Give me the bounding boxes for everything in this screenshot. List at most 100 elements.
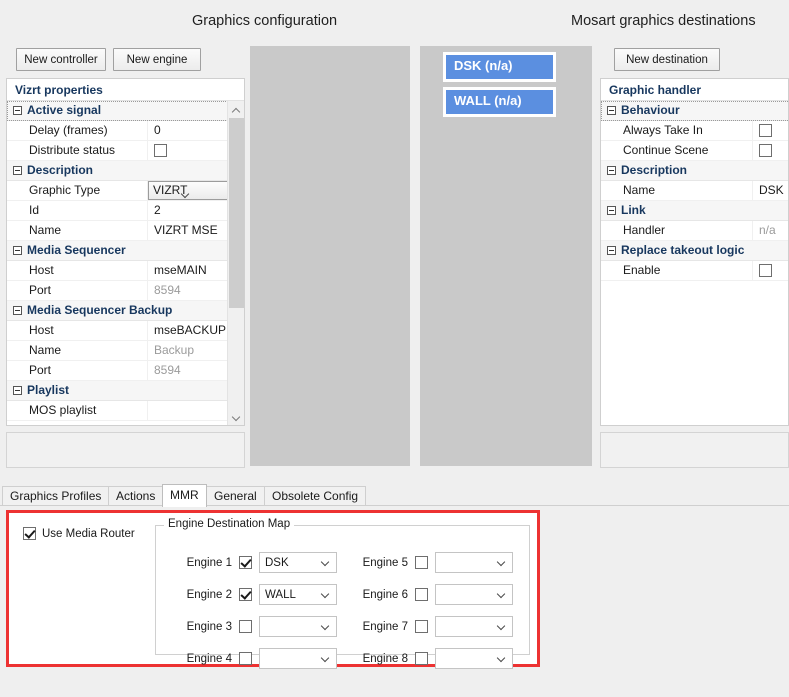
property-value[interactable]: 8594 xyxy=(148,281,228,300)
engine-destination-select[interactable] xyxy=(259,616,337,637)
property-row[interactable]: Delay (frames) 0 xyxy=(7,121,228,141)
property-category-label: Behaviour xyxy=(621,103,680,117)
property-value[interactable]: VIZRT xyxy=(148,181,228,200)
engine-enable-checkbox[interactable] xyxy=(239,620,252,633)
property-value[interactable]: n/a xyxy=(753,221,788,240)
property-value-checkbox[interactable] xyxy=(154,144,167,157)
property-value[interactable]: mseBACKUP xyxy=(148,321,228,340)
property-category-row[interactable]: Active signal xyxy=(7,101,228,121)
engine-destination-select[interactable] xyxy=(259,648,337,669)
property-value[interactable]: Backup xyxy=(148,341,228,360)
property-row[interactable]: Host mseBACKUP xyxy=(7,321,228,341)
use-media-router-checkbox[interactable] xyxy=(23,527,36,540)
engine-destination-row: Engine 5 xyxy=(356,552,513,573)
property-value[interactable] xyxy=(753,121,788,140)
use-media-router-row[interactable]: Use Media Router xyxy=(23,527,135,540)
property-name: Name xyxy=(7,221,148,240)
minus-square-icon xyxy=(12,386,22,395)
tab-obsolete-config[interactable]: Obsolete Config xyxy=(264,486,367,506)
property-row[interactable]: Always Take In xyxy=(601,121,788,141)
property-value[interactable]: mseMAIN xyxy=(148,261,228,280)
destination-item-wall-label: WALL (n/a) xyxy=(446,90,553,114)
property-name: Id xyxy=(7,201,148,220)
tab-mmr[interactable]: MMR xyxy=(162,484,207,507)
property-value-combo-empty[interactable] xyxy=(148,401,228,420)
property-value-checkbox[interactable] xyxy=(759,144,772,157)
property-value[interactable]: 0 xyxy=(148,121,228,140)
collapse-expander[interactable] xyxy=(601,161,621,180)
collapse-expander[interactable] xyxy=(7,101,27,120)
property-value[interactable] xyxy=(753,261,788,280)
engine-destination-select[interactable] xyxy=(435,552,513,573)
property-row[interactable]: Handler n/a xyxy=(601,221,788,241)
new-destination-button[interactable]: New destination xyxy=(614,48,720,71)
property-value[interactable]: VIZRT MSE xyxy=(148,221,228,240)
engine-destination-select[interactable]: WALL xyxy=(259,584,337,605)
engine-enable-checkbox[interactable] xyxy=(415,652,428,665)
scroll-up-arrow-icon[interactable] xyxy=(228,101,244,118)
property-category-row[interactable]: Playlist xyxy=(7,381,228,401)
property-value-checkbox[interactable] xyxy=(759,264,772,277)
property-category-row[interactable]: Link xyxy=(601,201,788,221)
destination-item-wall[interactable]: WALL (n/a) xyxy=(443,87,556,117)
collapse-expander[interactable] xyxy=(601,101,621,120)
property-row[interactable]: Distribute status xyxy=(7,141,228,161)
scroll-down-arrow-icon[interactable] xyxy=(228,409,244,425)
property-category-row[interactable]: Replace takeout logic xyxy=(601,241,788,261)
engine-destination-select[interactable]: DSK xyxy=(259,552,337,573)
chevron-down-icon xyxy=(322,591,330,599)
property-row[interactable]: Name Backup xyxy=(7,341,228,361)
property-row[interactable]: Host mseMAIN xyxy=(7,261,228,281)
property-category-label: Replace takeout logic xyxy=(621,243,745,257)
property-row[interactable]: Name VIZRT MSE xyxy=(7,221,228,241)
tab-general[interactable]: General xyxy=(206,486,265,506)
engine-destination-row: Engine 7 xyxy=(356,616,513,637)
property-row[interactable]: Port 8594 xyxy=(7,281,228,301)
property-row[interactable]: Graphic Type VIZRT xyxy=(7,181,228,201)
property-row[interactable]: Id 2 xyxy=(7,201,228,221)
engine-enable-checkbox[interactable] xyxy=(239,588,252,601)
tab-actions[interactable]: Actions xyxy=(108,486,164,506)
property-row[interactable]: MOS playlist xyxy=(7,401,228,421)
property-category-row[interactable]: Description xyxy=(7,161,228,181)
engine-destination-select[interactable] xyxy=(435,584,513,605)
engine-enable-checkbox[interactable] xyxy=(415,588,428,601)
property-category-row[interactable]: Behaviour xyxy=(601,101,788,121)
property-value-combo[interactable]: VIZRT xyxy=(148,181,228,200)
property-name: Port xyxy=(7,361,148,380)
property-category-row[interactable]: Description xyxy=(601,161,788,181)
property-value-checkbox[interactable] xyxy=(759,124,772,137)
engine-enable-checkbox[interactable] xyxy=(415,556,428,569)
vizrt-properties-scrollbar[interactable] xyxy=(227,101,244,425)
property-value[interactable]: 2 xyxy=(148,201,228,220)
property-value[interactable] xyxy=(753,141,788,160)
property-category-row[interactable]: Media Sequencer Backup xyxy=(7,301,228,321)
new-controller-button[interactable]: New controller xyxy=(16,48,106,71)
destination-item-dsk[interactable]: DSK (n/a) xyxy=(443,52,556,82)
property-value[interactable]: 8594 xyxy=(148,361,228,380)
collapse-expander[interactable] xyxy=(7,301,27,320)
collapse-expander[interactable] xyxy=(7,381,27,400)
property-category-row[interactable]: Media Sequencer xyxy=(7,241,228,261)
engine-enable-checkbox[interactable] xyxy=(415,620,428,633)
property-category-label: Active signal xyxy=(27,103,102,117)
collapse-expander[interactable] xyxy=(601,201,621,220)
collapse-expander[interactable] xyxy=(7,241,27,260)
engine-enable-checkbox[interactable] xyxy=(239,652,252,665)
engine-destination-select[interactable] xyxy=(435,648,513,669)
property-row[interactable]: Enable xyxy=(601,261,788,281)
property-row[interactable]: Port 8594 xyxy=(7,361,228,381)
collapse-expander[interactable] xyxy=(7,161,27,180)
collapse-expander[interactable] xyxy=(601,241,621,260)
property-value[interactable]: DSK xyxy=(753,181,788,200)
property-value[interactable] xyxy=(148,141,228,160)
scrollbar-thumb[interactable] xyxy=(229,118,244,308)
new-engine-button[interactable]: New engine xyxy=(113,48,201,71)
property-category-label: Media Sequencer Backup xyxy=(27,303,173,317)
config-tabstrip: Graphics Profiles Actions MMR General Obsole… xyxy=(0,484,789,507)
property-row[interactable]: Name DSK xyxy=(601,181,788,201)
tab-graphics-profiles[interactable]: Graphics Profiles xyxy=(2,486,110,506)
engine-enable-checkbox[interactable] xyxy=(239,556,252,569)
property-row[interactable]: Continue Scene xyxy=(601,141,788,161)
engine-destination-select[interactable] xyxy=(435,616,513,637)
